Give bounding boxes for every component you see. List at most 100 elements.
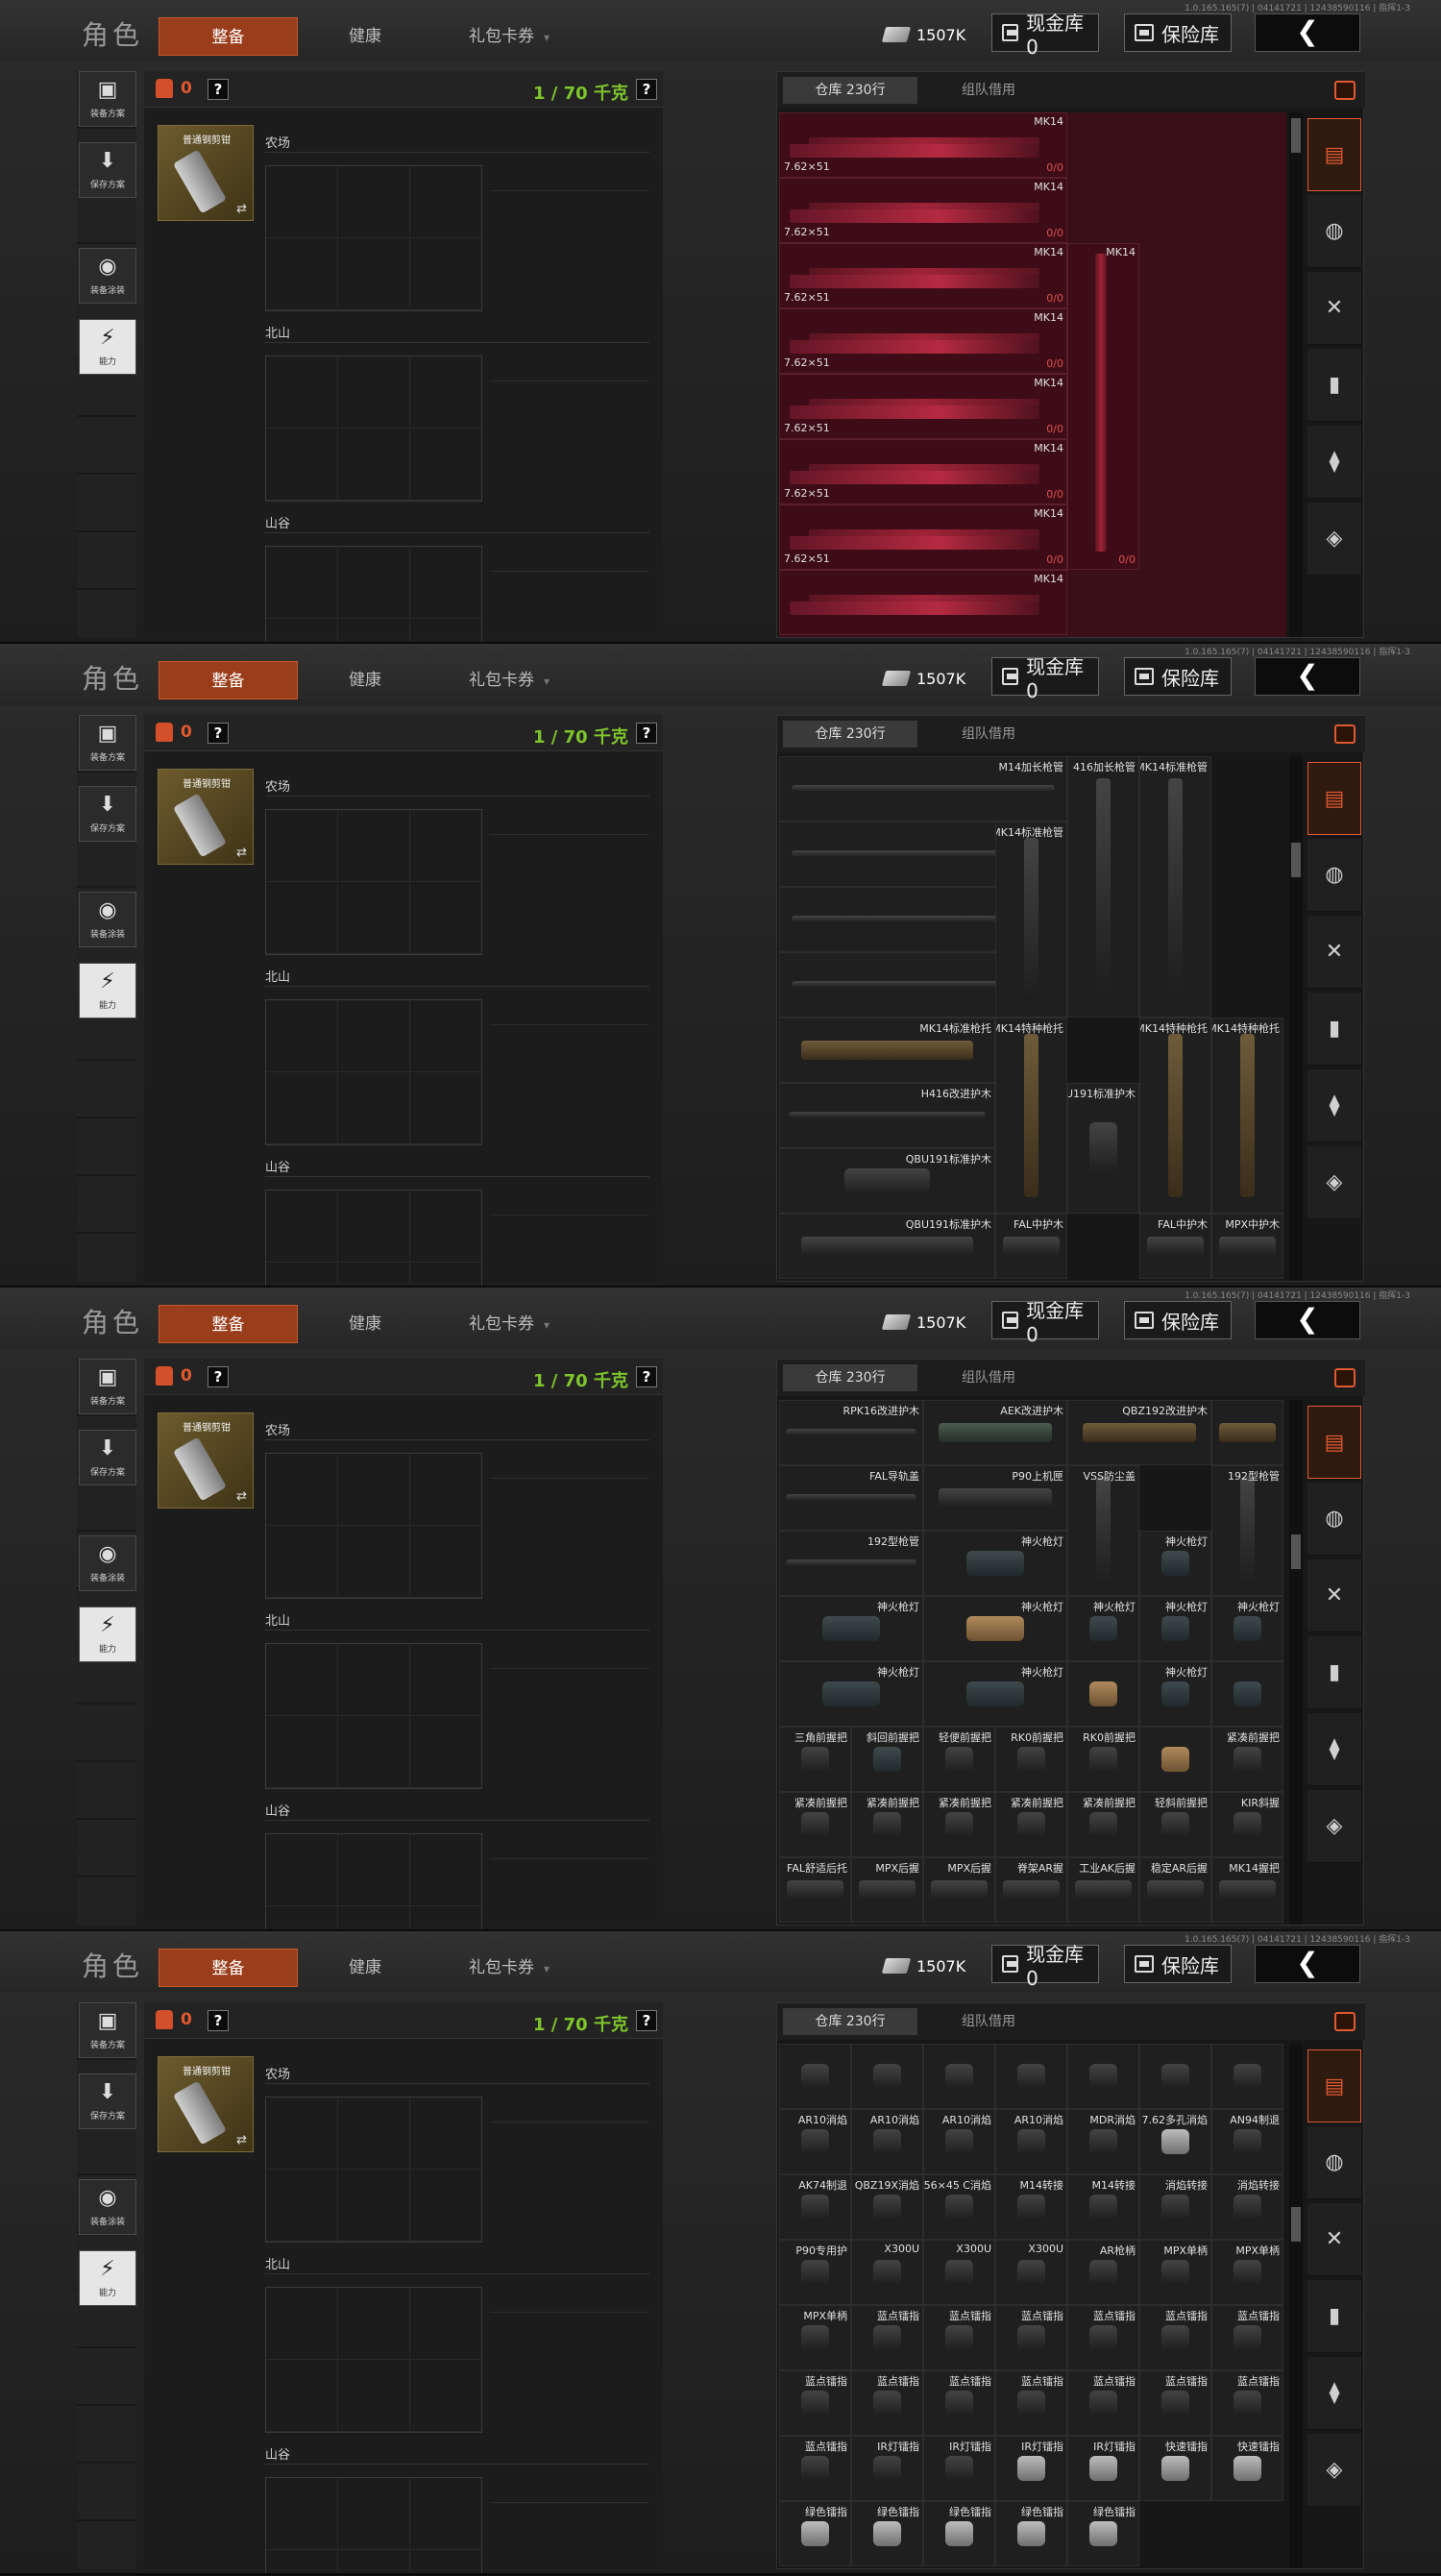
- stash-item[interactable]: 绿色镭指: [923, 2501, 995, 2566]
- safe-button[interactable]: 保险库: [1124, 1945, 1232, 1983]
- stash-item[interactable]: MK14特种枪托: [1139, 1018, 1211, 1214]
- area-grid-farm[interactable]: [265, 2097, 482, 2243]
- stack-icon[interactable]: [1334, 81, 1356, 100]
- stash-item[interactable]: 神火枪灯: [1067, 1596, 1139, 1661]
- weight-help-icon[interactable]: ?: [636, 2010, 657, 2031]
- stash-item[interactable]: M14转接: [995, 2174, 1067, 2240]
- ability-button[interactable]: ⚡ 能力: [79, 2250, 136, 2306]
- category-ammo-icon[interactable]: ⧫: [1307, 1713, 1361, 1786]
- area-grid-north[interactable]: [265, 999, 482, 1145]
- area-grid-farm[interactable]: [265, 809, 482, 955]
- stash-item[interactable]: AR10消焰: [779, 2109, 851, 2174]
- category-scope-icon[interactable]: ◈: [1307, 1146, 1361, 1219]
- stash-item[interactable]: 蓝点镭指: [1067, 2370, 1139, 2436]
- stash-item[interactable]: 绿色镭指: [995, 2501, 1067, 2566]
- loadout-scheme-button[interactable]: ▣ 装备方案: [79, 71, 136, 127]
- loadout-scheme-button[interactable]: ▣ 装备方案: [79, 2002, 136, 2058]
- tab-health[interactable]: 健康: [331, 17, 399, 56]
- stash-item[interactable]: 绿色镭指: [1067, 2501, 1139, 2566]
- stash-item[interactable]: 紧凑前握把: [779, 1792, 851, 1857]
- back-button[interactable]: ❮: [1255, 1301, 1360, 1339]
- stash-item[interactable]: [1067, 1661, 1139, 1727]
- stash-item[interactable]: QBZ19X消焰: [851, 2174, 923, 2240]
- stash-item[interactable]: AR10消焰: [923, 2109, 995, 2174]
- area-grid-farm[interactable]: [265, 1453, 482, 1599]
- stash-item[interactable]: AR枪柄: [1067, 2240, 1139, 2305]
- stash-item[interactable]: [1139, 2044, 1211, 2109]
- area-grid-north[interactable]: [265, 1643, 482, 1789]
- stash-item[interactable]: 神火枪灯: [923, 1596, 1067, 1661]
- stash-item[interactable]: 7.62多孔消焰: [1139, 2109, 1211, 2174]
- stash-item[interactable]: 蓝点镭指: [995, 2370, 1067, 2436]
- safe-button[interactable]: 保险库: [1124, 657, 1232, 696]
- help-icon[interactable]: ?: [208, 2010, 229, 2031]
- stash-item[interactable]: 蓝点镭指: [1211, 2305, 1283, 2370]
- stash-item[interactable]: QBU191标准护木: [779, 1214, 995, 1279]
- cash-vault-button[interactable]: 现金库 0: [991, 655, 1099, 702]
- stash-item[interactable]: MPX单柄: [1211, 2240, 1283, 2305]
- category-stack-icon[interactable]: ▤: [1307, 762, 1361, 835]
- stash-item[interactable]: 蓝点镭指: [923, 2305, 995, 2370]
- stash-item[interactable]: MK14特种枪托: [995, 1018, 1067, 1214]
- stash-item[interactable]: 神火枪灯: [1139, 1661, 1211, 1727]
- category-magazine-icon[interactable]: ▮: [1307, 349, 1361, 422]
- stash-item[interactable]: 工业AK后握: [1067, 1857, 1139, 1923]
- stash-item[interactable]: RK0前握把: [995, 1727, 1067, 1792]
- stash-item[interactable]: MK14 7.62×51 0/0: [779, 112, 1067, 178]
- tab-team-borrow[interactable]: 组队借用: [940, 77, 1037, 104]
- stash-item[interactable]: 蓝点镭指: [923, 2370, 995, 2436]
- stash-item[interactable]: MPX单柄: [779, 2305, 851, 2370]
- stash-item[interactable]: 神火枪灯: [1139, 1596, 1211, 1661]
- category-bag-icon[interactable]: ◍: [1307, 2126, 1361, 2199]
- stash-item[interactable]: 脊架AR握: [995, 1857, 1067, 1923]
- area-grid-valley[interactable]: [265, 546, 482, 642]
- stash-item[interactable]: 绿色镭指: [779, 2501, 851, 2566]
- category-bag-icon[interactable]: ◍: [1307, 1483, 1361, 1556]
- skin-button[interactable]: ◉ 装备涂装: [79, 2179, 136, 2235]
- stash-item[interactable]: MK14 7.62×51 0/0: [779, 178, 1067, 243]
- area-grid-valley[interactable]: [265, 1190, 482, 1286]
- stash-item[interactable]: AEK改进护木: [923, 1400, 1067, 1465]
- stash-item[interactable]: MK14 7.62×51 0/0: [779, 308, 1067, 374]
- stash-item[interactable]: [1139, 1727, 1211, 1792]
- stash-item[interactable]: MK14握把: [1211, 1857, 1283, 1923]
- stash-item[interactable]: [1211, 1400, 1283, 1465]
- stash-item[interactable]: MK14特种枪托: [1211, 1018, 1283, 1214]
- stash-item[interactable]: AK74制退: [779, 2174, 851, 2240]
- stash-item[interactable]: 绿色镭指: [851, 2501, 923, 2566]
- tab-stash[interactable]: 仓库 230行: [783, 2008, 917, 2035]
- stash-item[interactable]: 5.56×45 C消焰: [923, 2174, 995, 2240]
- save-scheme-button[interactable]: ⬇ 保存方案: [79, 142, 136, 198]
- tab-health[interactable]: 健康: [331, 1305, 399, 1343]
- area-grid-valley[interactable]: [265, 2477, 482, 2573]
- category-magazine-icon[interactable]: ▮: [1307, 993, 1361, 1066]
- tab-stash[interactable]: 仓库 230行: [783, 1364, 917, 1391]
- stash-item[interactable]: 轻斜前握把: [1139, 1792, 1211, 1857]
- scroll-thumb[interactable]: [1291, 843, 1301, 877]
- category-ammo-icon[interactable]: ⧫: [1307, 426, 1361, 499]
- stash-item[interactable]: 轻便前握把: [923, 1727, 995, 1792]
- scroll-thumb[interactable]: [1291, 118, 1301, 153]
- stash-item[interactable]: 神火枪灯: [923, 1661, 1067, 1727]
- stash-scrollbar[interactable]: [1289, 756, 1303, 1281]
- stash-item[interactable]: FAL舒适后托: [779, 1857, 851, 1923]
- stash-item[interactable]: [779, 2044, 851, 2109]
- tab-loadout[interactable]: 整备: [159, 661, 298, 699]
- stash-item[interactable]: MK14标准枪管: [995, 822, 1067, 1018]
- safe-button[interactable]: 保险库: [1124, 13, 1232, 52]
- category-scope-icon[interactable]: ◈: [1307, 1790, 1361, 1863]
- stash-item[interactable]: MK14标准枪托: [779, 1018, 995, 1083]
- stash-item[interactable]: 紧凑前握把: [1067, 1792, 1139, 1857]
- category-magazine-icon[interactable]: ▮: [1307, 1636, 1361, 1709]
- back-button[interactable]: ❮: [1255, 13, 1360, 52]
- category-rifle-icon[interactable]: ✕: [1307, 1559, 1361, 1632]
- tab-team-borrow[interactable]: 组队借用: [940, 1364, 1037, 1391]
- equipped-item[interactable]: 普通钢剪钳 ⇄: [158, 2056, 254, 2152]
- category-stack-icon[interactable]: ▤: [1307, 1406, 1361, 1479]
- category-ammo-icon[interactable]: ⧫: [1307, 1069, 1361, 1142]
- stash-item[interactable]: MPX单柄: [1139, 2240, 1211, 2305]
- category-bag-icon[interactable]: ◍: [1307, 195, 1361, 268]
- category-magazine-icon[interactable]: ▮: [1307, 2280, 1361, 2353]
- back-button[interactable]: ❮: [1255, 1945, 1360, 1983]
- category-stack-icon[interactable]: ▤: [1307, 2049, 1361, 2122]
